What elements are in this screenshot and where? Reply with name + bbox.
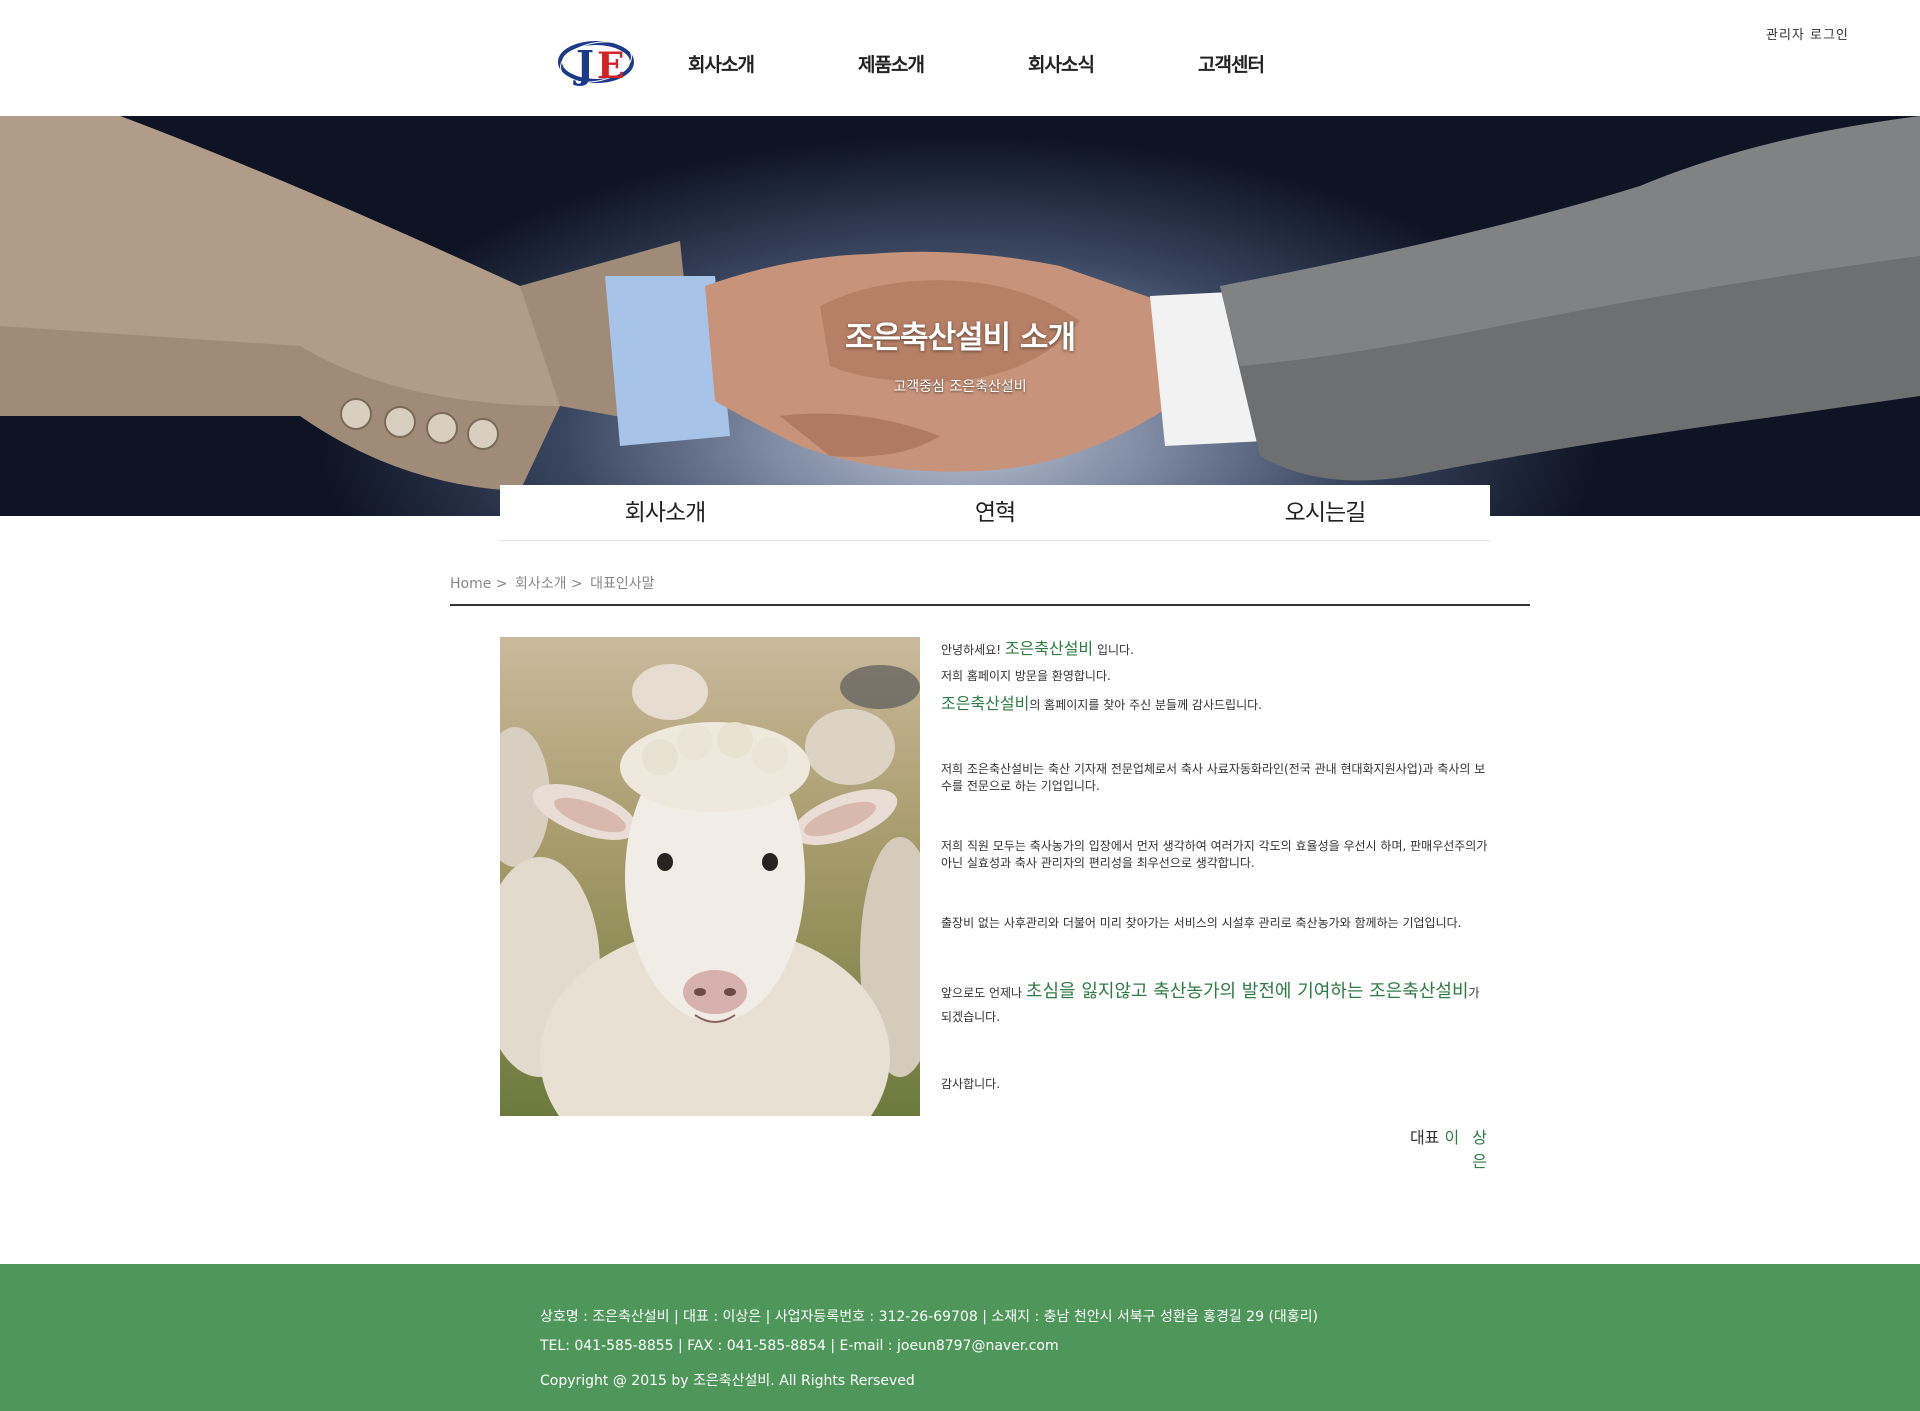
main-nav: 회사소개 제품소개 회사소식 고객센터 (636, 36, 1316, 94)
nav-products[interactable]: 제품소개 (806, 36, 976, 94)
signature-label: 대표 (1409, 1128, 1445, 1147)
greeting-closing-a: 앞으로도 언제나 (941, 986, 1026, 1000)
sheep-photo (500, 637, 920, 1116)
greeting-thanks: 감사합니다. (941, 1077, 1001, 1091)
tab-company-intro[interactable]: 회사소개 (500, 485, 830, 540)
company-name-highlight: 조은축산설비 (941, 694, 1030, 713)
logo-icon: J E (558, 41, 634, 87)
site-footer: 상호명 : 조은축산설비 | 대표 : 이상은 | 사업자등록번호 : 312-… (0, 1264, 1920, 1411)
greeting-paragraph-3: 출장비 없는 사후관리와 더불어 미리 찾아가는 서비스의 시설후 관리로 축산… (941, 916, 1462, 930)
breadcrumb-current: 대표인사말 (590, 576, 655, 592)
admin-login-link[interactable]: 관리자 로그인 (1766, 24, 1849, 43)
greeting-suffix: 입니다. (1093, 643, 1134, 657)
greeting-paragraph-1: 저희 조은축산설비는 축산 기자재 전문업체로서 축사 사료자동화라인(전국 관… (941, 762, 1486, 793)
hero-subtitle: 고객중심 조은축산설비 (893, 379, 1027, 395)
ceo-signature: 대표 이 상 은 (1390, 1124, 1491, 1172)
breadcrumb-company[interactable]: 회사소개 (515, 576, 567, 592)
hero-banner: 조은축산설비 소개 고객중심 조은축산설비 (0, 116, 1920, 516)
sheep-image (500, 637, 920, 1116)
greeting-thanks-visitors: 의 홈페이지를 찾아 주신 분들께 감사드립니다. (1029, 698, 1262, 712)
nav-support[interactable]: 고객센터 (1146, 36, 1316, 94)
ceo-greeting: 안녕하세요! 조은축산설비 입니다. 저희 홈페이지 방문을 환영합니다. 조은… (941, 640, 1491, 1093)
tab-directions[interactable]: 오시는길 (1160, 485, 1490, 540)
company-name-highlight: 조은축산설비 (1004, 639, 1094, 658)
hero-title: 조은축산설비 소개 (845, 320, 1076, 356)
breadcrumb-separator: > (570, 576, 583, 592)
greeting-paragraph-2: 저희 직원 모두는 축사농가의 입장에서 먼저 생각하여 여러가지 각도의 효율… (941, 839, 1488, 870)
greeting-welcome: 저희 홈페이지 방문을 환영합니다. (941, 669, 1111, 683)
greeting-motto-highlight: 초심을 잃지않고 축산농가의 발전에 기여하는 조은축산설비 (1025, 981, 1469, 1002)
breadcrumb: Home > 회사소개 > 대표인사말 (450, 573, 1530, 606)
footer-contact-info: TEL: 041-585-8855 | FAX : 041-585-8854 |… (540, 1338, 1059, 1354)
svg-text:J: J (573, 42, 594, 86)
nav-company[interactable]: 회사소개 (636, 36, 806, 94)
breadcrumb-home[interactable]: Home (450, 576, 491, 592)
sub-tab-bar: 회사소개 연혁 오시는길 (500, 485, 1490, 541)
breadcrumb-separator: > (495, 576, 508, 592)
site-header: J E 회사소개 제품소개 회사소식 고객센터 관리자 로그인 (0, 0, 1920, 116)
tab-history[interactable]: 연혁 (830, 485, 1160, 540)
nav-news[interactable]: 회사소식 (976, 36, 1146, 94)
ceo-name: 이 상 은 (1444, 1128, 1491, 1171)
footer-copyright: Copyright @ 2015 by 조은축산설비. All Rights R… (540, 1373, 915, 1389)
greeting-hello: 안녕하세요! (941, 643, 1005, 657)
svg-text:E: E (597, 45, 624, 86)
footer-company-info: 상호명 : 조은축산설비 | 대표 : 이상은 | 사업자등록번호 : 312-… (540, 1309, 1319, 1325)
company-logo[interactable]: J E (557, 36, 635, 87)
